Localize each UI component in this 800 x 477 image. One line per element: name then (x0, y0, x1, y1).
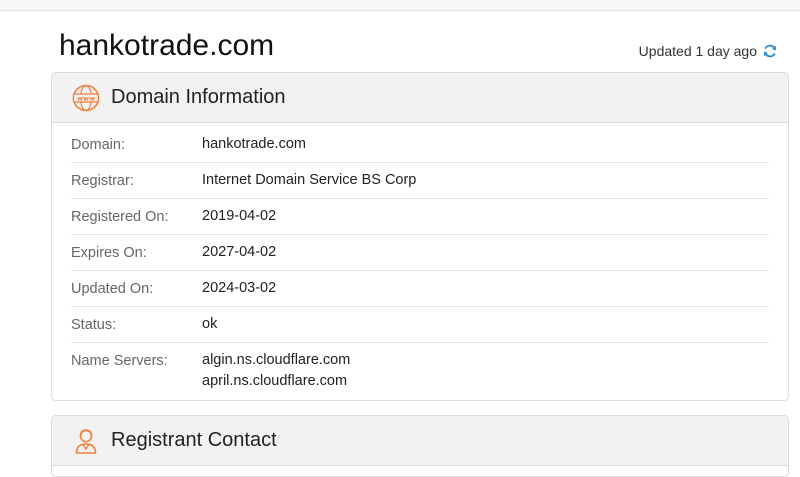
registered-on-value: 2019-04-02 (202, 208, 277, 224)
registrar-value: Internet Domain Service BS Corp (202, 172, 417, 188)
www-globe-icon: www (72, 84, 100, 112)
name-servers-row: Name Servers: algin.ns.cloudflare.com ap… (71, 343, 769, 392)
domain-information-title: Domain Information (111, 86, 286, 108)
name-servers-label: Name Servers: (71, 353, 168, 369)
name-server-1: algin.ns.cloudflare.com (202, 352, 351, 368)
updated-status: Updated 1 day ago (639, 42, 778, 60)
registered-on-label: Registered On: (71, 209, 169, 225)
registered-on-row: Registered On: 2019-04-02 (71, 199, 769, 235)
top-bar (0, 0, 800, 11)
expires-on-row: Expires On: 2027-04-02 (71, 235, 769, 271)
domain-information-card: www Domain Information Domain: hankotrad… (51, 72, 789, 401)
updated-on-label: Updated On: (71, 281, 154, 297)
domain-info-list: Domain: hankotrade.com Registrar: Intern… (52, 123, 788, 392)
status-value: ok (202, 316, 218, 332)
page-title: hankotrade.com (59, 29, 275, 62)
name-servers-values: algin.ns.cloudflare.com april.ns.cloudfl… (202, 350, 350, 392)
registrar-label: Registrar: (71, 173, 134, 189)
refresh-icon[interactable] (762, 43, 778, 59)
domain-row: Domain: hankotrade.com (71, 127, 769, 163)
registrant-contact-title: Registrant Contact (111, 429, 277, 451)
domain-value: hankotrade.com (202, 136, 306, 152)
registrant-contact-card: Registrant Contact (51, 415, 789, 477)
updated-on-row: Updated On: 2024-03-02 (71, 271, 769, 307)
domain-information-header: www Domain Information (52, 73, 788, 123)
svg-text:www: www (77, 94, 95, 102)
domain-label: Domain: (71, 137, 125, 153)
expires-on-value: 2027-04-02 (202, 244, 277, 260)
registrar-row: Registrar: Internet Domain Service BS Co… (71, 163, 769, 199)
status-label: Status: (71, 317, 117, 333)
status-row: Status: ok (71, 307, 769, 343)
updated-text: Updated 1 day ago (638, 43, 757, 59)
registrant-contact-header: Registrant Contact (52, 416, 788, 466)
name-server-2: april.ns.cloudflare.com (202, 373, 348, 389)
updated-on-value: 2024-03-02 (202, 280, 277, 296)
person-icon (72, 427, 100, 455)
expires-on-label: Expires On: (71, 245, 147, 261)
